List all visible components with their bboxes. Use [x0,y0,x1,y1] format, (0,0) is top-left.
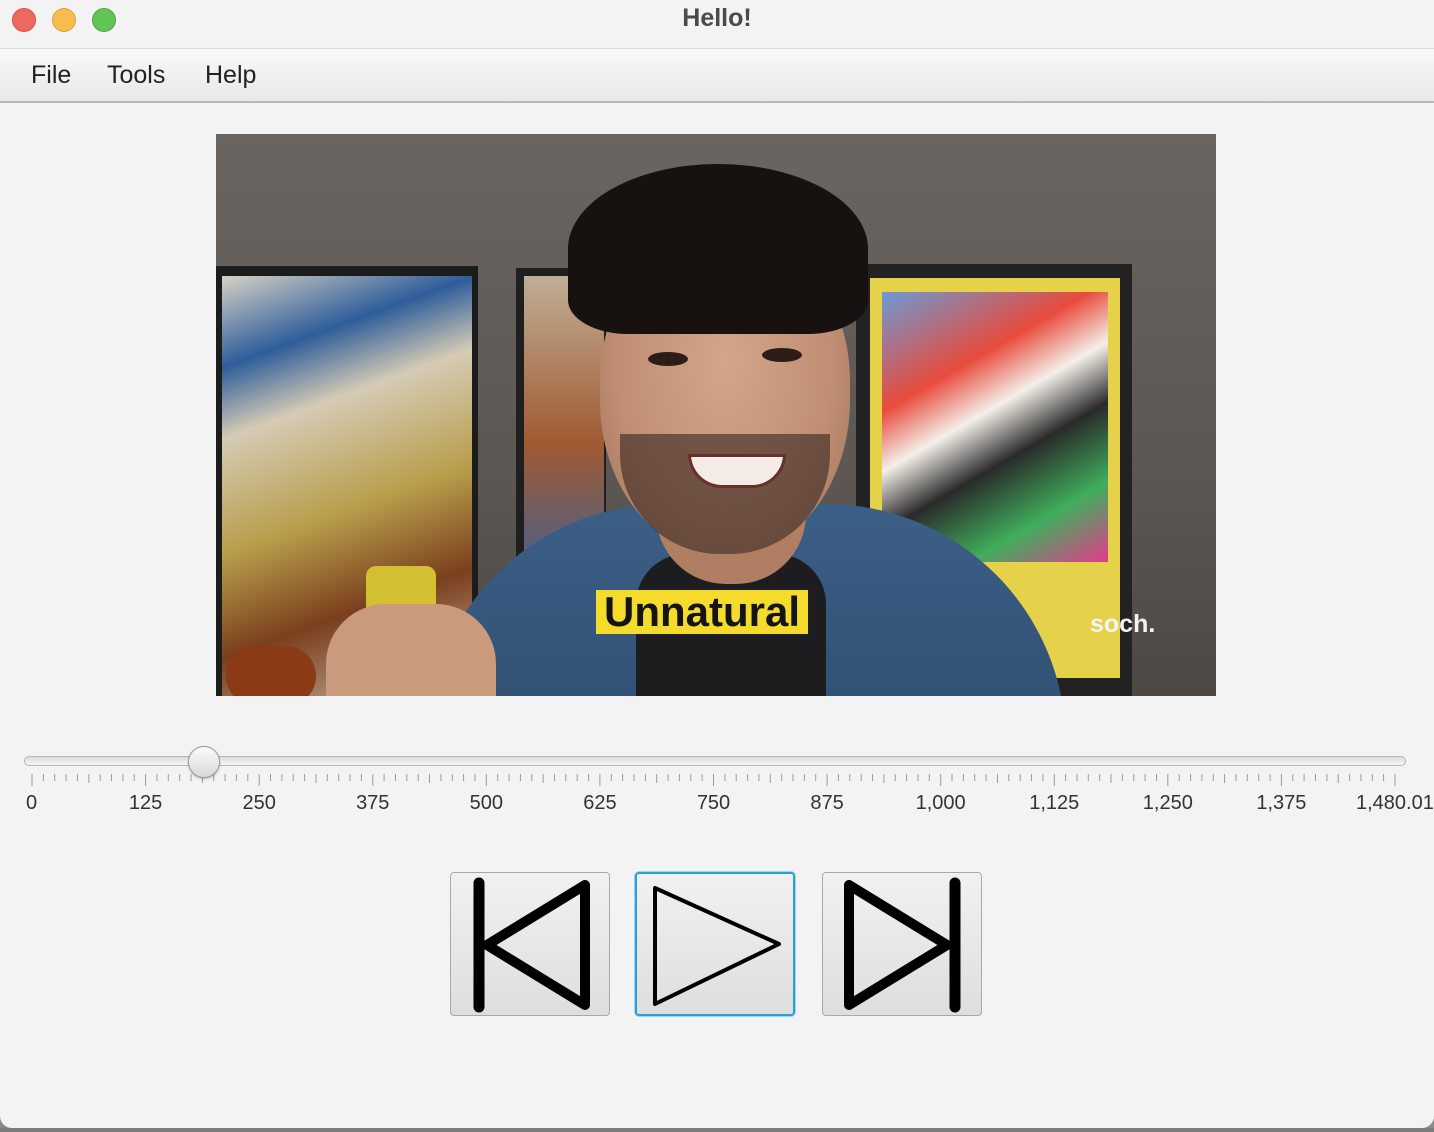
play-icon [653,886,781,1006]
presenter-hand [326,604,496,696]
window-bottom-shadow [0,1128,1434,1132]
slider-tick-label: 1,125 [1029,792,1080,814]
slider-tick-label: 375 [356,792,390,814]
slider-tick-label: 500 [469,792,504,814]
menu-help[interactable]: Help [205,61,256,90]
seek-slider-thumb[interactable] [188,746,221,778]
slider-tick-label: 875 [810,792,844,814]
menu-file[interactable]: File [31,61,71,90]
video-view[interactable]: Unnatural soch. [216,134,1216,696]
slider-tick-label: 1,480.01 [1356,792,1434,814]
slider-tick-label: 1,000 [915,792,966,814]
next-button[interactable] [822,872,982,1016]
presenter-eye-right [762,348,802,362]
app-window: Hello! File Tools Help Unnatural soch. 0… [0,0,1434,1128]
slider-tick-label: 750 [696,792,731,814]
menu-bar: File Tools Help [0,49,1434,103]
slider-tick-label: 1,250 [1142,792,1193,814]
window-title: Hello! [682,4,752,32]
title-bar: Hello! [0,0,1434,49]
slider-tick-label: 625 [583,792,617,814]
presenter-hair [568,164,868,334]
video-caption: Unnatural [596,590,809,634]
skip-next-icon [844,877,961,1013]
slider-tick-label: 250 [242,792,276,814]
slider-tick-label: 125 [128,792,163,814]
menu-tools[interactable]: Tools [107,61,165,90]
slider-tick-label: 1,375 [1256,792,1307,814]
play-button[interactable] [635,872,795,1016]
slider-tick-label: 0 [26,792,38,814]
video-watermark: soch. [1090,610,1156,638]
previous-button[interactable] [450,872,610,1016]
skip-previous-icon [473,877,590,1013]
presenter-eye-left [648,352,688,366]
seek-slider-track[interactable] [24,756,1406,766]
